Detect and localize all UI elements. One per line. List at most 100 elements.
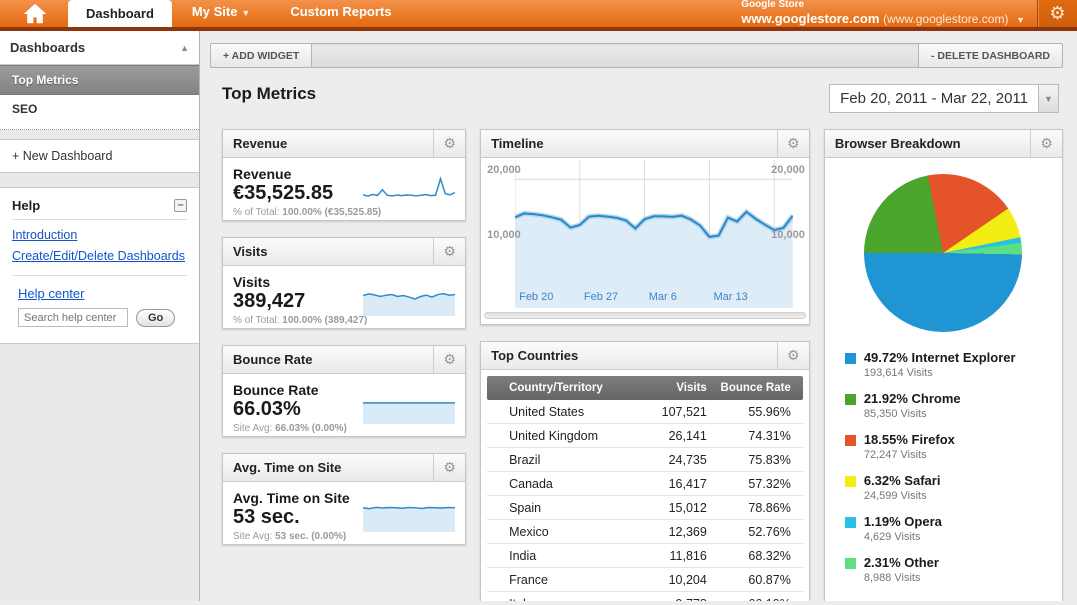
table-cell: 15,012 [627, 501, 707, 515]
gear-icon: ⚙ [787, 135, 800, 152]
date-range-value: Feb 20, 2011 - Mar 22, 2011 [829, 84, 1039, 113]
gear-icon: ⚙ [1049, 3, 1065, 24]
table-row: Brazil24,73575.83% [487, 448, 803, 472]
widget-settings-button[interactable]: ⚙ [433, 346, 465, 373]
delete-dashboard-button[interactable]: - DELETE DASHBOARD [918, 44, 1062, 67]
timeline-y-tick-label: 20,000 [487, 164, 521, 176]
home-button[interactable] [22, 1, 48, 23]
revenue-sparkline [363, 176, 455, 208]
table-cell: 78.86% [707, 501, 803, 515]
table-row: United States107,52155.96% [487, 400, 803, 424]
legend-visits: 24,599 Visits [864, 490, 941, 502]
help-link-introduction[interactable]: Introduction [12, 228, 187, 242]
timeline-x-tick-label: Mar 13 [714, 291, 748, 303]
table-cell: 75.83% [707, 453, 803, 467]
avg-time-widget: Avg. Time on Site ⚙ Avg. Time on Site 53… [222, 453, 466, 545]
chevron-down-icon: ▼ [1016, 15, 1025, 25]
tab-custom-reports[interactable]: Custom Reports [270, 4, 411, 27]
widget-title: Bounce Rate [223, 352, 433, 367]
date-range-dropdown-button[interactable]: ▼ [1039, 84, 1059, 113]
widget-settings-button[interactable]: ⚙ [777, 130, 809, 157]
table-cell: 68.32% [707, 549, 803, 563]
visits-sparkline [363, 284, 455, 316]
table-cell: Italy [487, 597, 627, 601]
chevron-down-icon: ▼ [241, 8, 250, 18]
legend-label: 2.31% Other [864, 555, 939, 570]
gear-icon: ⚙ [1040, 135, 1053, 152]
table-row: Canada16,41757.32% [487, 472, 803, 496]
legend-item: 21.92% Chrome85,350 Visits [845, 391, 1058, 420]
timeline-scrollbar[interactable] [484, 312, 806, 319]
tab-my-site[interactable]: My Site▼ [172, 4, 270, 27]
metric-note: Site Avg: 66.03% (0.00%) [233, 423, 455, 434]
tab-custom-reports-label: Custom Reports [290, 4, 391, 19]
legend-item: 2.31% Other8,988 Visits [845, 555, 1058, 584]
widget-title: Avg. Time on Site [223, 460, 433, 475]
table-cell: Brazil [487, 453, 627, 467]
table-cell: 57.32% [707, 477, 803, 491]
visits-widget: Visits ⚙ Visits 389,427 % of Total: 100.… [222, 237, 466, 329]
table-cell: 16,417 [627, 477, 707, 491]
help-search-input[interactable] [18, 308, 128, 327]
widget-settings-button[interactable]: ⚙ [777, 342, 809, 369]
table-row: India11,81668.32% [487, 544, 803, 568]
revenue-widget: Revenue ⚙ Revenue €35,525.85 % of Total:… [222, 129, 466, 221]
table-cell: Mexico [487, 525, 627, 539]
dashboard-toolbar: + ADD WIDGET - DELETE DASHBOARD [210, 43, 1063, 68]
help-divider [12, 275, 187, 276]
widget-title: Revenue [223, 136, 433, 151]
tab-dashboard[interactable]: Dashboard [68, 0, 172, 27]
gear-icon: ⚙ [443, 351, 456, 368]
settings-button[interactable]: ⚙ [1037, 0, 1077, 27]
table-cell: Spain [487, 501, 627, 515]
metric-note: % of Total: 100.00% (389,427) [233, 315, 455, 326]
legend-visits: 193,614 Visits [864, 367, 1016, 379]
table-cell: France [487, 573, 627, 587]
widget-settings-button[interactable]: ⚙ [433, 454, 465, 481]
sidebar-item-seo[interactable]: SEO [0, 95, 199, 123]
widget-title: Visits [223, 244, 433, 259]
help-panel: Help – Introduction Create/Edit/Delete D… [0, 187, 199, 344]
collapse-arrow-icon[interactable]: ▲ [180, 43, 189, 53]
column-header-visits: Visits [627, 382, 707, 394]
new-dashboard-button[interactable]: + New Dashboard [0, 140, 199, 173]
dashboards-section-header[interactable]: Dashboards ▲ [0, 31, 199, 65]
bounce-rate-widget: Bounce Rate ⚙ Bounce Rate 66.03% Site Av… [222, 345, 466, 437]
timeline-x-tick-label: Feb 27 [584, 291, 618, 303]
timeline-y-tick-label: 20,000 [771, 164, 805, 176]
legend-swatch [845, 394, 856, 405]
go-button[interactable]: Go [136, 309, 175, 327]
metric-note: % of Total: 100.00% (€35,525.85) [233, 207, 455, 218]
widget-settings-button[interactable]: ⚙ [1030, 130, 1062, 157]
browser-breakdown-widget: Browser Breakdown ⚙ 49.72% Internet Expl… [824, 129, 1063, 601]
sidebar-item-top-metrics[interactable]: Top Metrics [0, 65, 199, 95]
legend-item: 6.32% Safari 24,599 Visits [845, 473, 1058, 502]
collapse-help-button[interactable]: – [174, 199, 187, 212]
help-link-create-edit-delete[interactable]: Create/Edit/Delete Dashboards [12, 249, 187, 263]
table-cell: 107,521 [627, 405, 707, 419]
column-header-country: Country/Territory [487, 382, 627, 394]
add-widget-button[interactable]: + ADD WIDGET [211, 44, 312, 67]
bounce-rate-sparkline [363, 392, 455, 424]
dotted-divider [0, 123, 199, 130]
legend-label: 6.32% Safari [864, 473, 941, 488]
widget-settings-button[interactable]: ⚙ [433, 130, 465, 157]
date-range-selector[interactable]: Feb 20, 2011 - Mar 22, 2011 ▼ [829, 84, 1059, 113]
sidebar: Dashboards ▲ Top Metrics SEO + New Dashb… [0, 31, 200, 601]
legend-label: 21.92% Chrome [864, 391, 961, 406]
table-row: Italy9,77866.19% [487, 592, 803, 601]
widget-settings-button[interactable]: ⚙ [433, 238, 465, 265]
legend-item: 49.72% Internet Explorer193,614 Visits [845, 350, 1058, 379]
account-selector[interactable]: Google Store www.googlestore.com (www.go… [729, 0, 1037, 32]
legend-swatch [845, 353, 856, 364]
help-center-link[interactable]: Help center [18, 286, 187, 301]
table-cell: 52.76% [707, 525, 803, 539]
metric-note: Site Avg: 53 sec. (0.00%) [233, 531, 455, 542]
table-cell: 9,778 [627, 597, 707, 601]
table-cell: 74.31% [707, 429, 803, 443]
legend-visits: 4,629 Visits [864, 531, 942, 543]
table-cell: 12,369 [627, 525, 707, 539]
legend-item: 1.19% Opera4,629 Visits [845, 514, 1058, 543]
help-title: Help [12, 198, 40, 213]
timeline-x-tick-label: Mar 6 [649, 291, 677, 303]
